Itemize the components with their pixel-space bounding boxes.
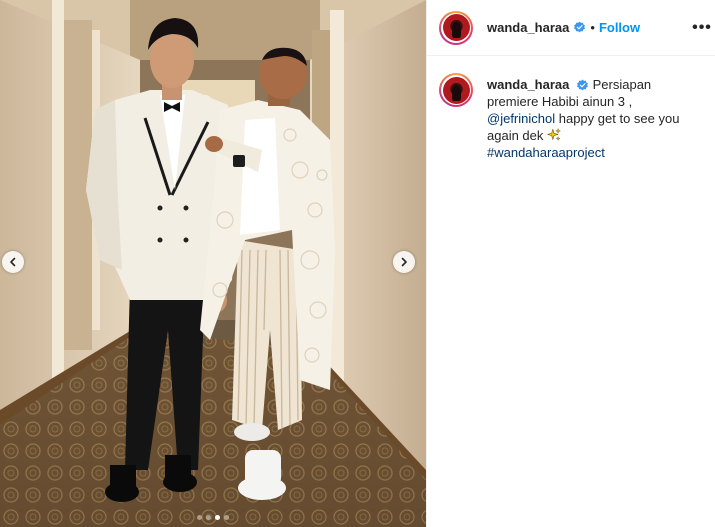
header-separator: • [590, 20, 595, 35]
carousel-next-button[interactable] [393, 251, 415, 273]
more-options-button[interactable]: ••• [692, 19, 711, 37]
verified-badge-icon [573, 21, 586, 34]
post-caption: wanda_haraa Persiapan premiere Habibi ai… [427, 56, 715, 161]
carousel-prev-button[interactable] [2, 251, 24, 273]
avatar[interactable] [439, 10, 473, 45]
post-sidebar: wanda_haraa • Follow ••• wanda_haraa Per… [426, 0, 715, 527]
follow-button[interactable]: Follow [599, 20, 640, 35]
carousel-dot [224, 515, 229, 520]
carousel-indicator [0, 515, 426, 520]
avatar-image [442, 14, 470, 41]
avatar-image [442, 76, 470, 104]
post-photo [0, 0, 426, 527]
verified-badge-icon [576, 79, 589, 92]
post-media[interactable] [0, 0, 426, 527]
instagram-post: wanda_haraa • Follow ••• wanda_haraa Per… [0, 0, 715, 527]
header-username[interactable]: wanda_haraa [487, 20, 569, 35]
post-header: wanda_haraa • Follow ••• [427, 0, 715, 56]
caption-mention-link[interactable]: @jefrinichol [487, 111, 555, 126]
sparkles-icon [546, 128, 561, 142]
carousel-dot [215, 515, 220, 520]
chevron-left-icon [10, 257, 16, 267]
carousel-dot [206, 515, 211, 520]
carousel-dot [197, 515, 202, 520]
chevron-right-icon [401, 257, 407, 267]
caption-hashtag-link[interactable]: #wandaharaaproject [487, 145, 605, 160]
caption-username[interactable]: wanda_haraa [487, 77, 569, 92]
caption-text: wanda_haraa Persiapan premiere Habibi ai… [487, 76, 693, 161]
caption-avatar[interactable] [439, 73, 473, 107]
